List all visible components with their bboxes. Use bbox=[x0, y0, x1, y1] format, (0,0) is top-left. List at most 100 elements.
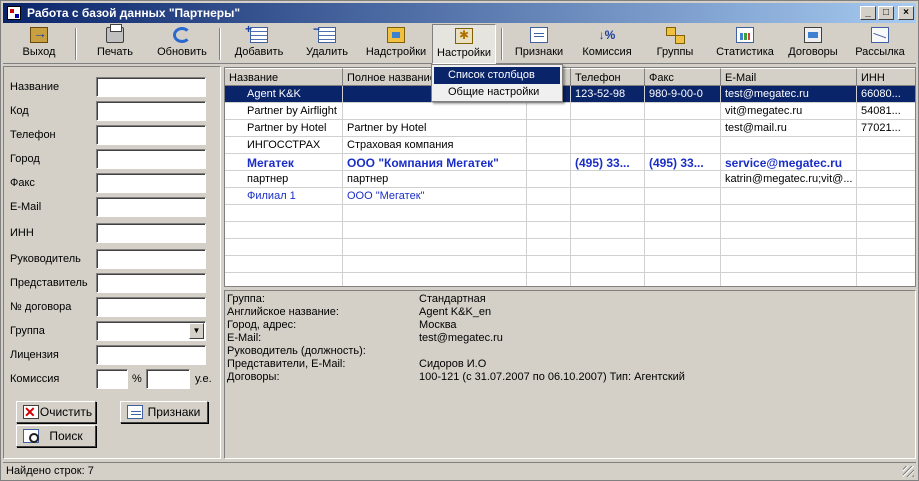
detail-row: Город, адрес: Москва bbox=[227, 319, 907, 332]
filter-row-email: E-Mail bbox=[10, 197, 210, 217]
filter-row-fax: Факс bbox=[10, 173, 210, 193]
tags-filter-button[interactable]: Признаки bbox=[120, 401, 208, 423]
table-cell bbox=[857, 137, 915, 154]
commission-button[interactable]: ↓% Комиссия bbox=[575, 24, 639, 64]
table-cell bbox=[645, 171, 721, 188]
column-header-name[interactable]: Название bbox=[225, 68, 343, 86]
table-row[interactable]: ИНГОССТРАХ Страховая компания bbox=[225, 137, 915, 154]
table-cell bbox=[527, 154, 571, 171]
commission-percent-input[interactable] bbox=[96, 369, 128, 389]
director-input[interactable] bbox=[96, 249, 206, 269]
status-bar: Найдено строк: 7 bbox=[3, 462, 916, 479]
table-row[interactable]: Partner by Airflight vit@megatec.ru 54081.… bbox=[225, 103, 915, 120]
table-cell bbox=[645, 239, 721, 256]
groups-button[interactable]: Группы bbox=[645, 24, 705, 64]
contracts-button[interactable]: Договоры bbox=[781, 24, 845, 64]
search-label: Поиск bbox=[49, 429, 83, 443]
toolbar: Выход Печать Обновить Добавить Удалить Н… bbox=[3, 22, 916, 64]
filter-label: Город bbox=[10, 153, 40, 165]
contract-number-input[interactable] bbox=[96, 297, 206, 317]
table-row[interactable]: Мегатек ООО "Компания Мегатек" (495) 33...… bbox=[225, 154, 915, 171]
statistics-button[interactable]: Статистика bbox=[709, 24, 781, 64]
license-input[interactable] bbox=[96, 345, 206, 365]
table-cell bbox=[527, 171, 571, 188]
filter-label: Представитель bbox=[10, 277, 88, 289]
maximize-button[interactable]: □ bbox=[878, 6, 894, 20]
table-cell bbox=[857, 188, 915, 205]
filter-label: Комиссия bbox=[10, 373, 60, 385]
group-select[interactable]: ▼ bbox=[96, 321, 206, 341]
email-input[interactable] bbox=[96, 197, 206, 217]
table-row[interactable]: Partner by Hotel Partner by Hotel test@mai… bbox=[225, 120, 915, 137]
detail-key: Город, адрес: bbox=[227, 319, 297, 331]
table-cell bbox=[571, 273, 645, 286]
table-cell: 980-9-00-0 bbox=[645, 86, 721, 103]
column-header-phone[interactable]: Телефон bbox=[571, 68, 645, 86]
print-button[interactable]: Печать bbox=[85, 24, 145, 64]
menu-item-general-settings[interactable]: Общие настройки bbox=[434, 84, 560, 101]
window-title: Работа с базой данных "Партнеры" bbox=[27, 6, 241, 20]
table-cell bbox=[721, 137, 857, 154]
column-header-fax[interactable]: Факс bbox=[645, 68, 721, 86]
table-cell bbox=[225, 222, 343, 239]
table-cell bbox=[645, 273, 721, 286]
table-cell bbox=[857, 239, 915, 256]
details-panel: Группа: Стандартная Английское название: Ag… bbox=[224, 290, 916, 459]
refresh-button[interactable]: Обновить bbox=[151, 24, 213, 64]
mailing-button[interactable]: Рассылка bbox=[847, 24, 913, 64]
table-cell bbox=[721, 222, 857, 239]
table-cell: 54081... bbox=[857, 103, 915, 120]
detail-key: Представители, E-Mail: bbox=[227, 358, 346, 370]
exit-button[interactable]: Выход bbox=[9, 24, 69, 64]
detail-key: E-Mail: bbox=[227, 332, 262, 344]
mailing-label: Рассылка bbox=[855, 46, 905, 58]
inn-input[interactable] bbox=[96, 223, 206, 243]
delete-button[interactable]: Удалить bbox=[297, 22, 357, 64]
table-cell bbox=[721, 205, 857, 222]
menu-item-column-list[interactable]: Список столбцов bbox=[434, 67, 560, 84]
filter-row-inn: ИНН bbox=[10, 223, 210, 243]
column-header-inn[interactable]: ИНН bbox=[857, 68, 915, 86]
resize-grip[interactable] bbox=[903, 466, 914, 477]
close-button[interactable]: × bbox=[898, 6, 914, 20]
code-input[interactable] bbox=[96, 101, 206, 121]
table-cell bbox=[343, 103, 527, 120]
add-button[interactable]: Добавить bbox=[229, 22, 289, 64]
chevron-down-icon[interactable]: ▼ bbox=[189, 323, 204, 339]
name-input[interactable] bbox=[96, 77, 206, 97]
partners-grid[interactable]: Название Полное название Телефон Факс E-… bbox=[224, 67, 916, 287]
column-header-email[interactable]: E-Mail bbox=[721, 68, 857, 86]
table-cell bbox=[571, 239, 645, 256]
table-row[interactable]: партнер партнер katrin@megatec.ru;vit@... bbox=[225, 171, 915, 188]
addons-button[interactable]: Надстройки bbox=[361, 24, 431, 64]
table-cell bbox=[857, 171, 915, 188]
filter-row-license: Лицензия bbox=[10, 345, 210, 365]
table-cell: партнер bbox=[343, 171, 527, 188]
search-button[interactable]: Поиск bbox=[16, 425, 96, 447]
table-cell bbox=[721, 239, 857, 256]
phone-input[interactable] bbox=[96, 125, 206, 145]
settings-button[interactable]: Настройки bbox=[432, 24, 496, 64]
minimize-button[interactable]: _ bbox=[860, 6, 876, 20]
commission-amount-input[interactable] bbox=[146, 369, 190, 389]
table-row[interactable]: Agent K&K 123-52-98 980-9-00-0 test@megatec… bbox=[225, 86, 915, 103]
table-cell bbox=[527, 103, 571, 120]
table-row[interactable]: Филиал 1 ООО "Мегатек" bbox=[225, 188, 915, 205]
table-cell: Partner by Airflight bbox=[225, 103, 343, 120]
city-input[interactable] bbox=[96, 149, 206, 169]
filter-label: Руководитель bbox=[10, 253, 81, 265]
table-cell bbox=[721, 273, 857, 286]
representative-input[interactable] bbox=[96, 273, 206, 293]
tags-button[interactable]: Признаки bbox=[507, 24, 571, 64]
tags-icon bbox=[530, 27, 548, 43]
fax-input[interactable] bbox=[96, 173, 206, 193]
filter-row-city: Город bbox=[10, 149, 210, 169]
detail-row: Договоры: 100-121 (с 31.07.2007 по 06.10.… bbox=[227, 371, 907, 384]
toolbar-separator bbox=[501, 28, 503, 60]
commission-label: Комиссия bbox=[582, 46, 632, 58]
detail-key: Договоры: bbox=[227, 371, 280, 383]
search-icon bbox=[23, 429, 39, 443]
clear-button[interactable]: Очистить bbox=[16, 401, 96, 423]
empty-row bbox=[225, 222, 915, 239]
status-text: Найдено строк: 7 bbox=[6, 465, 94, 477]
